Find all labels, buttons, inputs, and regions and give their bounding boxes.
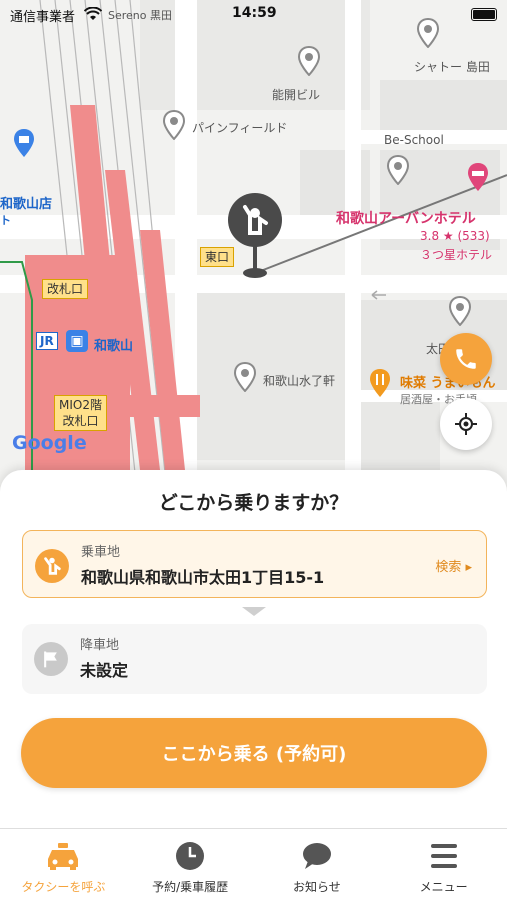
current-location-button[interactable] <box>440 398 492 450</box>
pickup-address: 和歌山県和歌山市太田1丁目15-1 <box>81 568 325 587</box>
tab-label: 予約/乗車履歴 <box>152 880 229 894</box>
chat-bubble-icon <box>302 843 331 869</box>
pickup-location-marker-icon[interactable] <box>226 193 284 281</box>
train-icon: ▣ <box>66 330 88 352</box>
taxi-icon <box>48 843 79 870</box>
poi-pin-icon[interactable] <box>448 296 472 326</box>
jr-logo-icon: JR <box>36 332 58 350</box>
status-bar: 通信事業者 Sereno 黒田 14:59 <box>0 0 507 30</box>
clock-time: 14:59 <box>232 5 277 21</box>
call-button[interactable] <box>440 333 492 385</box>
map-label-station: 和歌山 <box>94 339 134 354</box>
map-label-mizuryo: 和歌山水了軒 <box>263 374 336 388</box>
poi-pin-icon[interactable] <box>297 46 321 76</box>
phone-icon <box>456 349 476 369</box>
tab-label: お知らせ <box>292 880 341 894</box>
restaurant-pin-icon[interactable] <box>368 368 392 398</box>
map-label-hotel-class: ３つ星ホテル <box>420 248 493 262</box>
arrow-down-icon <box>242 607 266 616</box>
crosshair-icon <box>455 413 477 435</box>
tab-history[interactable]: 予約/乗車履歴 <box>127 829 254 900</box>
tab-bar: タクシーを呼ぶ 予約/乗車履歴 お知らせ メニュー <box>0 828 507 900</box>
map-label-noukai: 能開ビル <box>272 88 321 102</box>
dropoff-value: 未設定 <box>80 661 129 680</box>
pickup-search-link[interactable]: 検索 ▸ <box>435 556 472 575</box>
tab-call-taxi[interactable]: タクシーを呼ぶ <box>0 829 127 900</box>
poi-pin-icon[interactable] <box>162 110 186 140</box>
hotel-pin-icon[interactable] <box>466 162 490 192</box>
tab-notifications[interactable]: お知らせ <box>254 829 381 900</box>
pickup-sheet: どこから乗りますか？ 乗車地 和歌山県和歌山市太田1丁目15-1 検索 ▸ 降車… <box>0 470 507 828</box>
poi-pin-icon[interactable] <box>233 362 257 392</box>
ticket-gate-label[interactable]: 改札口 <box>42 279 89 299</box>
google-logo: Google <box>12 432 87 454</box>
pickup-label: 乗車地 <box>81 545 121 560</box>
battery-icon <box>471 8 497 21</box>
menu-icon <box>430 844 457 868</box>
poi-pin-icon[interactable] <box>386 155 410 185</box>
tab-label: メニュー <box>419 880 468 894</box>
ride-from-here-button[interactable]: ここから乗る (予約可) <box>21 718 487 788</box>
wifi-icon <box>84 7 102 20</box>
tab-label: タクシーを呼ぶ <box>21 880 106 894</box>
dropoff-field[interactable]: 降車地 未設定 <box>22 624 487 694</box>
dropoff-label: 降車地 <box>80 638 120 653</box>
map-label-chateau: シャトー 島田 <box>414 60 490 74</box>
wifi-name: Sereno 黒田 <box>108 9 172 22</box>
pickup-person-icon <box>35 549 69 583</box>
map-view[interactable]: シャトー 島田 能開ビル パインフィールド Be-School 和歌山アーバンホ… <box>0 0 507 520</box>
map-label-hotel-rating: 3.8 ★ (533) <box>420 229 490 243</box>
store-pin-icon[interactable] <box>12 128 36 158</box>
map-label-store-sub: ト <box>0 214 11 227</box>
carrier-name: 通信事業者 <box>10 10 76 25</box>
mio-ticket-gate-label[interactable]: MIO2階 改札口 <box>54 395 107 431</box>
sheet-title: どこから乗りますか？ <box>158 492 349 514</box>
clock-icon <box>176 842 205 870</box>
tab-menu[interactable]: メニュー <box>380 829 507 900</box>
pickup-field[interactable]: 乗車地 和歌山県和歌山市太田1丁目15-1 検索 ▸ <box>22 530 487 598</box>
map-label-beschool: Be-School <box>384 133 444 147</box>
map-label-store: 和歌山店 <box>0 197 53 212</box>
map-label-pinefield: パインフィールド <box>192 121 288 135</box>
map-label-hotel-name: 和歌山アーバンホテル <box>336 211 476 227</box>
flag-icon <box>34 642 68 676</box>
